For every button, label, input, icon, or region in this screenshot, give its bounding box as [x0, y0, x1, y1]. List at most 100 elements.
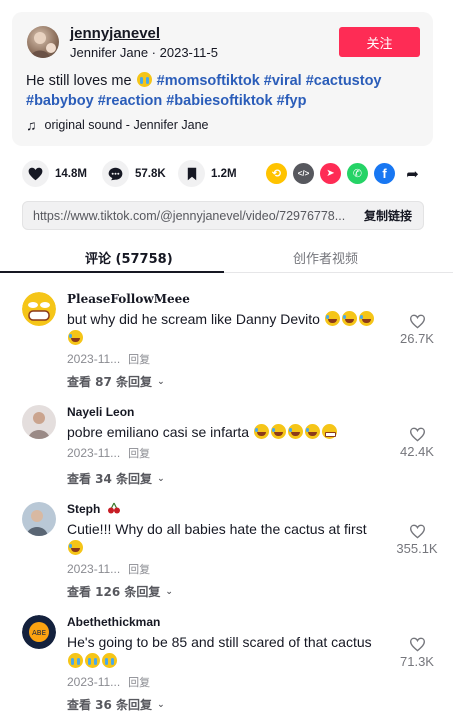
- link-box: https://www.tiktok.com/@jennyjanevel/vid…: [22, 201, 424, 230]
- view-replies-button[interactable]: 查看 87 条回复 ⌄: [67, 373, 165, 390]
- chevron-down-icon: ⌄: [157, 473, 165, 484]
- comment-action[interactable]: 57.8K: [102, 160, 166, 187]
- comment-meta: 2023-11... 回复: [67, 561, 150, 577]
- laughing-emoji-icon: [341, 311, 357, 326]
- hashtag-link[interactable]: #babiesoftiktok: [166, 93, 272, 109]
- creator-username[interactable]: jennyjanevel: [70, 25, 160, 42]
- comment-text: Cutie!!! Why do all babies hate the cact…: [67, 520, 383, 558]
- comment-like[interactable]: 355.1K: [392, 524, 442, 556]
- hashtag-link[interactable]: #cactustoy: [306, 73, 382, 89]
- heart-outline-icon[interactable]: [409, 427, 426, 442]
- view-replies-label: 查看 126 条回复: [67, 585, 161, 599]
- post-caption: He still loves me #momsoftiktok #viral #…: [26, 71, 426, 111]
- creator-display-name: Jennifer Jane: [70, 45, 149, 60]
- comment-text-body: Cutie!!! Why do all babies hate the cact…: [67, 521, 367, 537]
- laughing-emoji-icon: [271, 424, 286, 439]
- action-bar: 14.8M 57.8K 1.2M ⟲ </> ➤ ✆ f ➦: [22, 160, 432, 190]
- facebook-icon[interactable]: f: [374, 163, 395, 184]
- laughing-emoji-icon: [358, 311, 374, 326]
- view-replies-button[interactable]: 查看 126 条回复 ⌄: [67, 583, 173, 600]
- commenter-avatar[interactable]: [22, 502, 56, 536]
- comment-date: 2023-11...: [67, 446, 121, 460]
- comment-meta: 2023-11... 回复: [67, 674, 150, 690]
- heart-outline-icon[interactable]: [409, 637, 426, 652]
- heart-outline-icon[interactable]: [409, 524, 426, 539]
- reply-button[interactable]: 回复: [128, 676, 150, 689]
- comment-text-body: He's going to be 85 and still scared of …: [67, 634, 372, 650]
- comment-item: Steph Cutie!!! Why do all babies hate th…: [22, 502, 442, 602]
- chevron-down-icon: ⌄: [157, 376, 165, 387]
- comment-text: but why did he scream like Danny Devito: [67, 310, 383, 348]
- commenter-name[interactable]: Abethethickman: [67, 615, 160, 629]
- comment-like-count: 355.1K: [396, 541, 438, 556]
- save-action[interactable]: 1.2M: [178, 160, 237, 187]
- post-card: jennyjanevel Jennifer Jane · 2023-11-5 关…: [12, 12, 433, 146]
- crying-emoji-icon: [102, 653, 117, 668]
- commenter-name[interactable]: Nayeli Leon: [67, 405, 134, 419]
- comment-like[interactable]: 71.3K: [392, 637, 442, 669]
- laughing-emoji-icon: [68, 330, 83, 345]
- embed-icon[interactable]: </>: [293, 163, 314, 184]
- comment-item: ABE Abethethickman He's going to be 85 a…: [22, 615, 442, 715]
- send-icon[interactable]: ➤: [320, 163, 341, 184]
- view-replies-label: 查看 87 条回复: [67, 375, 153, 389]
- chevron-down-icon: ⌄: [157, 699, 165, 710]
- hashtag-link[interactable]: #reaction: [98, 93, 162, 109]
- comment-like[interactable]: 26.7K: [392, 314, 442, 346]
- view-replies-button[interactable]: 查看 34 条回复 ⌄: [67, 470, 165, 487]
- sound-link[interactable]: ♫ original sound - Jennifer Jane: [26, 117, 209, 133]
- copy-link-button[interactable]: 复制链接: [353, 202, 423, 229]
- hashtag-link[interactable]: #viral: [264, 73, 302, 89]
- repost-icon[interactable]: ⟲: [266, 163, 287, 184]
- comment-date: 2023-11...: [67, 562, 121, 576]
- tab-bar: 评论 (57758) 创作者视频: [0, 240, 453, 273]
- crying-emoji-icon: [68, 653, 83, 668]
- reply-button[interactable]: 回复: [128, 447, 150, 460]
- comment-meta: 2023-11... 回复: [67, 445, 150, 461]
- commenter-avatar[interactable]: [22, 405, 56, 439]
- hashtag-link[interactable]: #momsoftiktok: [157, 73, 260, 89]
- crying-emoji-icon: [85, 653, 100, 668]
- view-replies-label: 查看 34 条回复: [67, 472, 153, 486]
- crying-emoji-icon: [136, 72, 152, 87]
- comment-icon[interactable]: [102, 160, 129, 187]
- video-url[interactable]: https://www.tiktok.com/@jennyjanevel/vid…: [33, 209, 347, 223]
- caption-text: He still loves me: [26, 73, 132, 89]
- laughing-emoji-icon: [68, 540, 83, 555]
- creator-subline: Jennifer Jane · 2023-11-5: [70, 45, 218, 60]
- comment-text-body: but why did he scream like Danny Devito: [67, 311, 320, 327]
- grimacing-emoji-icon: [322, 424, 337, 439]
- active-tab-indicator: [0, 271, 224, 273]
- view-replies-button[interactable]: 查看 36 条回复 ⌄: [67, 696, 165, 713]
- follow-button[interactable]: 关注: [339, 27, 420, 57]
- hashtag-link[interactable]: #fyp: [277, 93, 307, 109]
- reply-button[interactable]: 回复: [128, 353, 150, 366]
- reply-button[interactable]: 回复: [128, 563, 150, 576]
- commenter-name[interactable]: Steph: [67, 502, 121, 516]
- commenter-avatar[interactable]: [22, 292, 56, 326]
- creator-avatar[interactable]: [27, 26, 59, 58]
- laughing-emoji-icon: [254, 424, 269, 439]
- like-action[interactable]: 14.8M: [22, 160, 87, 187]
- commenter-name[interactable]: PleaseFollowMeee: [67, 292, 190, 306]
- sound-title: original sound - Jennifer Jane: [44, 118, 209, 132]
- heart-icon[interactable]: [22, 160, 49, 187]
- heart-outline-icon[interactable]: [409, 314, 426, 329]
- tab-creator-videos[interactable]: 创作者视频: [293, 248, 358, 267]
- comment-text: He's going to be 85 and still scared of …: [67, 633, 383, 671]
- share-arrow-icon[interactable]: ➦: [402, 163, 423, 184]
- comment-like[interactable]: 42.4K: [392, 427, 442, 459]
- comment-like-count: 71.3K: [400, 654, 434, 669]
- comment-like-count: 42.4K: [400, 444, 434, 459]
- bookmark-icon[interactable]: [178, 160, 205, 187]
- like-count: 14.8M: [55, 167, 87, 180]
- laughing-emoji-icon: [305, 424, 320, 439]
- laughing-emoji-icon: [324, 311, 340, 326]
- cherries-icon: [107, 502, 120, 514]
- subline-separator: ·: [148, 45, 160, 60]
- hashtag-link[interactable]: #babyboy: [26, 93, 94, 109]
- commenter-avatar[interactable]: ABE: [22, 615, 56, 649]
- whatsapp-icon[interactable]: ✆: [347, 163, 368, 184]
- comment-date: 2023-11...: [67, 675, 121, 689]
- tab-comments[interactable]: 评论 (57758): [85, 248, 173, 267]
